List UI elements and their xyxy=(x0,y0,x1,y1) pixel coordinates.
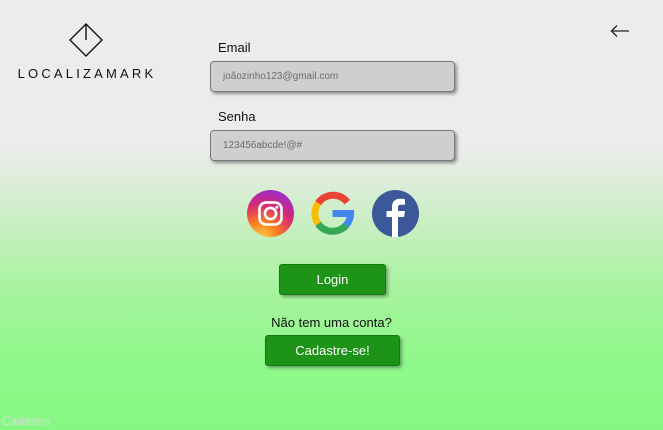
login-button[interactable]: Login xyxy=(279,264,386,295)
brand-name: LOCALIZAMARK xyxy=(17,66,157,81)
back-button[interactable] xyxy=(606,20,634,42)
arrow-left-icon xyxy=(610,25,629,37)
signup-button[interactable]: Cadastre-se! xyxy=(265,335,400,366)
google-button[interactable] xyxy=(309,190,356,237)
instagram-button[interactable] xyxy=(247,190,294,237)
brand-logo: LOCALIZAMARK xyxy=(12,20,162,82)
email-label: Email xyxy=(218,40,251,55)
facebook-button[interactable] xyxy=(372,190,419,237)
logo-diamond-icon xyxy=(69,23,103,57)
email-field[interactable] xyxy=(210,61,455,92)
password-label: Senha xyxy=(218,109,256,124)
instagram-icon xyxy=(247,190,294,237)
facebook-icon xyxy=(372,190,419,237)
frame-label: Cadastro xyxy=(2,414,51,428)
google-icon xyxy=(311,191,354,235)
password-field[interactable] xyxy=(210,130,455,161)
signup-prompt: Não tem uma conta? xyxy=(271,315,392,330)
